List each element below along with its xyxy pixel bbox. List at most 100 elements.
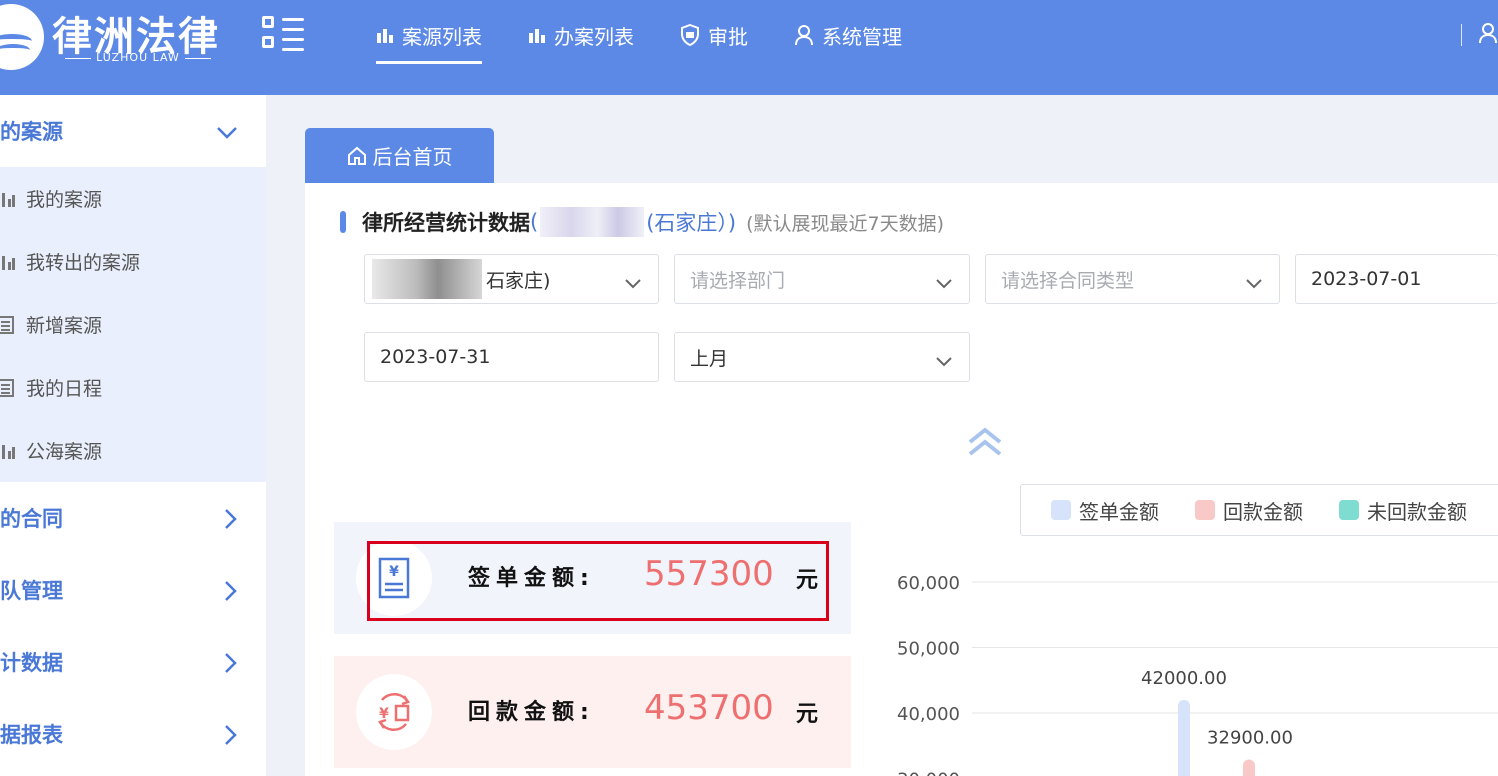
department-select-placeholder: 请选择部门 bbox=[690, 269, 786, 292]
chevron-down-icon bbox=[935, 351, 953, 373]
contract-type-select[interactable]: 请选择合同类型 bbox=[985, 254, 1280, 304]
yuan-refresh-icon: ¥ bbox=[356, 674, 432, 750]
collapse-filters-button[interactable] bbox=[964, 424, 1006, 460]
redacted-firm-value bbox=[372, 259, 482, 299]
y-tick-label: 40,000 bbox=[897, 704, 960, 725]
nav-case-source-list[interactable]: 案源列表 bbox=[376, 0, 482, 70]
bar-chart-icon bbox=[0, 254, 26, 270]
bar-chart: 60,000 50,000 40,000 30,000 42000.00 32900.00 bbox=[880, 560, 1498, 776]
chevron-down-icon bbox=[935, 273, 953, 295]
home-icon bbox=[347, 146, 367, 166]
sidebar-item-new-case[interactable]: 新增案源 bbox=[0, 293, 266, 356]
shield-icon bbox=[680, 24, 700, 46]
header-user-area[interactable] bbox=[1461, 22, 1498, 48]
legend-item-signed[interactable]: 签单金额 bbox=[1051, 496, 1159, 525]
chevron-down-icon bbox=[216, 121, 238, 145]
svg-text:¥: ¥ bbox=[389, 564, 399, 580]
legend-swatch bbox=[1339, 500, 1359, 520]
legend-label: 回款金额 bbox=[1223, 499, 1303, 524]
start-date-input[interactable]: 2023-07-01 bbox=[1295, 254, 1498, 304]
chart-legend: 签单金额 回款金额 未回款金额 bbox=[1020, 484, 1498, 536]
legend-item-collected[interactable]: 回款金额 bbox=[1195, 496, 1303, 525]
sidebar-group-label: 我的案源 bbox=[0, 120, 63, 144]
y-tick-label: 60,000 bbox=[897, 573, 960, 594]
period-select[interactable]: 上月 bbox=[674, 332, 970, 382]
sidebar-item-label: 公海案源 bbox=[26, 441, 103, 463]
end-date-value: 2023-07-31 bbox=[380, 346, 491, 368]
nav-label: 办案列表 bbox=[554, 24, 634, 49]
end-date-input[interactable]: 2023-07-31 bbox=[364, 332, 659, 382]
sidebar-item-transferred-cases[interactable]: 我转出的案源 bbox=[0, 230, 266, 293]
svg-text:¥: ¥ bbox=[379, 706, 389, 722]
section-branch: (石家庄）) bbox=[646, 211, 737, 235]
department-select[interactable]: 请选择部门 bbox=[674, 254, 970, 304]
sidebar-item-public-pool[interactable]: 公海案源 bbox=[0, 419, 266, 482]
bar-data-label: 42000.00 bbox=[1141, 668, 1227, 689]
chevron-down-icon bbox=[624, 273, 642, 295]
section-title-bar bbox=[340, 211, 346, 233]
section-hint: (默认展现最近7天数据) bbox=[746, 212, 945, 235]
chevron-right-icon bbox=[224, 652, 238, 679]
chevron-right-icon bbox=[224, 508, 238, 535]
nav-system-admin[interactable]: 系统管理 bbox=[794, 0, 902, 70]
bar-1 bbox=[1243, 759, 1255, 776]
app-logo[interactable]: 律洲法律 LUZHOU LAW bbox=[0, 0, 240, 70]
contract-yuan-icon: ¥ bbox=[356, 540, 432, 616]
sidebar-group-contracts[interactable]: 我的合同 bbox=[0, 482, 266, 554]
sidebar-group-label: 团队管理 bbox=[0, 579, 63, 603]
collected-amount-unit: 元 bbox=[796, 702, 819, 727]
firm-select-value: 石家庄) bbox=[486, 269, 551, 292]
signed-amount-unit: 元 bbox=[796, 568, 819, 593]
header-divider bbox=[1461, 24, 1462, 46]
bar-0 bbox=[1178, 699, 1190, 776]
bar-chart-icon bbox=[376, 26, 394, 44]
top-nav: 案源列表 办案列表 审批 系统管理 bbox=[376, 0, 948, 70]
list-icon bbox=[0, 378, 26, 397]
double-chevron-up-icon bbox=[968, 427, 1002, 456]
user-icon bbox=[1478, 22, 1498, 48]
top-header: 律洲法律 LUZHOU LAW 案源列表 办案列表 审批 系统管理 bbox=[0, 0, 1498, 95]
section-open-paren: ( bbox=[530, 210, 539, 234]
bar-chart-icon bbox=[0, 191, 26, 207]
sidebar-item-my-cases[interactable]: 我的案源 bbox=[0, 167, 266, 230]
sidebar-item-my-schedule[interactable]: 我的日程 bbox=[0, 356, 266, 419]
chevron-down-icon bbox=[1245, 273, 1263, 295]
sidebar-group-reports[interactable]: 数据报表 bbox=[0, 698, 266, 770]
sidebar-submenu: 我的案源 我转出的案源 新增案源 我的日程 公海案源 bbox=[0, 167, 266, 482]
section-title-text: 律所经营统计数据 bbox=[362, 211, 530, 235]
signed-amount-card: ¥ 签单金额: 557300 元 bbox=[334, 522, 851, 634]
legend-swatch bbox=[1051, 500, 1071, 520]
sidebar-group-my-cases[interactable]: 我的案源 bbox=[0, 95, 266, 167]
legend-label: 签单金额 bbox=[1079, 499, 1159, 524]
sidebar-item-label: 我转出的案源 bbox=[26, 252, 141, 274]
y-tick-label: 50,000 bbox=[897, 639, 960, 660]
firm-select[interactable]: 石家庄) bbox=[364, 254, 659, 304]
bar-chart-icon bbox=[0, 443, 26, 459]
menu-toggle-icon[interactable] bbox=[262, 16, 306, 54]
y-tick-label: 30,000 bbox=[897, 770, 960, 776]
sidebar-item-label: 我的日程 bbox=[26, 378, 103, 400]
legend-item-uncollected[interactable]: 未回款金额 bbox=[1339, 496, 1467, 525]
logo-mark-icon bbox=[0, 4, 44, 70]
nav-label: 案源列表 bbox=[402, 24, 482, 49]
contract-type-placeholder: 请选择合同类型 bbox=[1001, 269, 1135, 292]
nav-handling-list[interactable]: 办案列表 bbox=[528, 0, 634, 70]
tab-dashboard-home[interactable]: 后台首页 bbox=[305, 128, 494, 183]
period-select-value: 上月 bbox=[690, 347, 729, 370]
sidebar-item-label: 新增案源 bbox=[26, 315, 103, 337]
user-icon bbox=[794, 24, 814, 46]
logo-subtitle: LUZHOU LAW bbox=[58, 51, 218, 64]
collected-amount-card: ¥ 回款金额: 453700 元 bbox=[334, 656, 851, 768]
bar-data-label: 32900.00 bbox=[1207, 728, 1293, 749]
bar-chart-icon bbox=[528, 26, 546, 44]
nav-approval[interactable]: 审批 bbox=[680, 0, 748, 70]
sidebar-item-label: 我的案源 bbox=[26, 189, 103, 211]
tab-label: 后台首页 bbox=[372, 145, 453, 169]
nav-label: 审批 bbox=[708, 24, 748, 49]
sidebar-group-stats[interactable]: 统计数据 bbox=[0, 626, 266, 698]
chevron-right-icon bbox=[224, 724, 238, 751]
chevron-right-icon bbox=[224, 580, 238, 607]
sidebar-group-label: 数据报表 bbox=[0, 723, 63, 747]
legend-label: 未回款金额 bbox=[1367, 499, 1467, 524]
sidebar-group-team[interactable]: 团队管理 bbox=[0, 554, 266, 626]
